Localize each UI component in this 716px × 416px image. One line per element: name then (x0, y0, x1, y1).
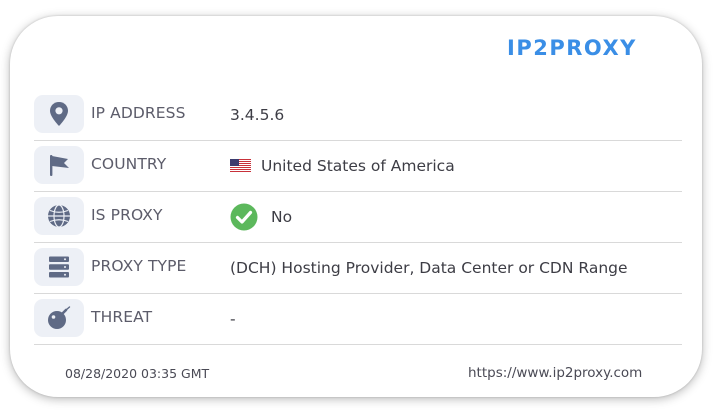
us-flag-icon (230, 159, 251, 172)
proxy-type-label: PROXY TYPE (91, 257, 187, 275)
is-proxy-text: No (271, 207, 293, 226)
proxy-type-value: (DCH) Hosting Provider, Data Center or C… (230, 258, 628, 277)
svg-text:IP2PROXY: IP2PROXY (507, 36, 637, 60)
ip-address-row: IP ADDRESS 3.4.5.6 (34, 89, 682, 141)
bomb-icon (34, 299, 84, 337)
is-proxy-label: IS PROXY (91, 206, 163, 224)
proxy-info-card: IP2PROXY IP ADDRESS 3.4.5.6 COUNTRY Unit… (10, 16, 702, 397)
proxy-type-row: PROXY TYPE (DCH) Hosting Provider, Data … (34, 242, 682, 294)
ip-address-label: IP ADDRESS (91, 104, 186, 122)
ip-address-value: 3.4.5.6 (230, 105, 285, 124)
flag-icon (34, 146, 84, 184)
globe-icon (34, 197, 84, 235)
threat-label: THREAT (91, 308, 153, 326)
map-pin-icon (34, 95, 84, 133)
threat-row: THREAT - (34, 293, 682, 345)
site-url-link[interactable]: https://www.ip2proxy.com (468, 365, 642, 381)
timestamp: 08/28/2020 03:35 GMT (65, 366, 210, 381)
threat-value: - (230, 309, 236, 328)
server-icon (34, 248, 84, 286)
ip2proxy-logo: IP2PROXY (507, 36, 637, 60)
country-value: United States of America (230, 140, 455, 191)
country-label: COUNTRY (91, 155, 167, 173)
country-row: COUNTRY United States of America (34, 140, 682, 192)
country-name: United States of America (261, 156, 455, 175)
is-proxy-value: No (230, 191, 292, 242)
green-check-icon (230, 203, 258, 230)
is-proxy-row: IS PROXY No (34, 191, 682, 243)
